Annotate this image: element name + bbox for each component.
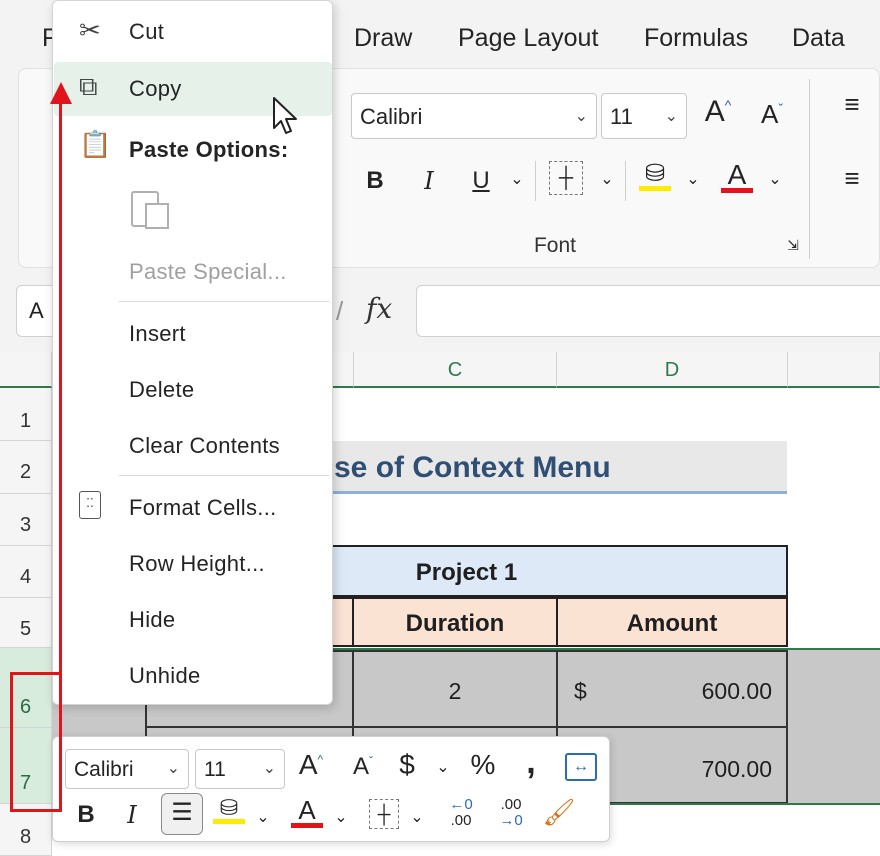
bold-button[interactable]: B xyxy=(361,167,389,195)
italic-button[interactable]: I xyxy=(415,167,443,195)
mini-shrink-font-button[interactable]: Aˇ xyxy=(347,753,379,781)
annotation-box-top xyxy=(10,672,62,675)
chevron-down-icon[interactable]: ⌄ xyxy=(407,807,427,827)
clipboard-icon: 📋 xyxy=(79,129,112,159)
tab-page-layout[interactable]: Page Layout xyxy=(458,24,598,53)
row-header-1[interactable]: 1 xyxy=(0,388,52,441)
menu-item-clear-contents[interactable]: Clear Contents xyxy=(129,433,280,459)
mini-grow-font-button[interactable]: A^ xyxy=(295,749,327,781)
font-name-combo[interactable]: Calibri ⌄ xyxy=(351,93,597,139)
annotation-box-bottom xyxy=(10,809,62,812)
format-painter-icon[interactable]: 🖌 xyxy=(541,797,577,828)
chevron-down-icon[interactable]: ⌄ xyxy=(765,169,785,189)
chevron-down-icon[interactable]: ⌄ xyxy=(683,169,703,189)
row-header-2[interactable]: 2 xyxy=(0,441,52,494)
amount-value: 600.00 xyxy=(701,678,772,704)
chevron-down-icon: ⌄ xyxy=(166,760,180,777)
currency-symbol: $ xyxy=(574,678,587,704)
mini-font-color-icon[interactable]: A xyxy=(291,795,323,828)
menu-separator xyxy=(119,301,329,302)
menu-item-paste-special: Paste Special... xyxy=(129,259,287,284)
chevron-down-icon: ⌄ xyxy=(664,108,678,125)
tab-draw[interactable]: Draw xyxy=(354,24,412,53)
format-cells-icon: ⁚⁚ xyxy=(79,491,101,519)
mini-fill-color-icon[interactable]: ⛁ xyxy=(213,795,245,824)
mini-font-name-combo[interactable]: Calibri ⌄ xyxy=(65,749,189,789)
chevron-down-icon[interactable]: ⌄ xyxy=(433,757,453,777)
select-all-corner[interactable] xyxy=(0,352,52,388)
menu-item-copy[interactable]: Copy xyxy=(129,76,182,102)
menu-item-insert[interactable]: Insert xyxy=(129,321,186,347)
menu-item-cut[interactable]: Cut xyxy=(129,19,164,45)
align-left-icon[interactable]: ≡ xyxy=(837,163,867,194)
borders-icon[interactable]: ┼ xyxy=(549,161,583,195)
font-color-icon[interactable]: A xyxy=(721,159,753,193)
merge-center-icon[interactable]: ↔ xyxy=(565,753,597,781)
mini-bold-button[interactable]: B xyxy=(73,801,99,829)
mouse-pointer-icon xyxy=(273,97,297,134)
menu-item-hide[interactable]: Hide xyxy=(129,607,175,633)
row-header-7[interactable]: 7 xyxy=(0,728,52,804)
amount-header-cell[interactable]: Amount xyxy=(556,597,788,647)
column-header-d[interactable]: D xyxy=(557,352,788,388)
paste-options-label: Paste Options: xyxy=(129,137,289,162)
cell-c6[interactable]: 2 xyxy=(352,650,558,728)
align-top-icon[interactable]: ≡ xyxy=(837,89,867,120)
font-group-label: Font xyxy=(533,234,577,257)
row-header-4[interactable]: 4 xyxy=(0,546,52,598)
annotation-arrow-head-icon xyxy=(50,82,72,104)
row-header-6[interactable]: 6 xyxy=(0,648,52,728)
chevron-down-icon[interactable]: ⌄ xyxy=(253,807,273,827)
column-header-c[interactable]: C xyxy=(354,352,557,388)
menu-item-delete[interactable]: Delete xyxy=(129,377,194,403)
mini-italic-button[interactable]: I xyxy=(119,801,145,829)
shrink-font-button[interactable]: Aˇ xyxy=(755,99,789,130)
paste-icon[interactable] xyxy=(131,187,173,231)
font-size-combo[interactable]: 11 ⌄ xyxy=(601,93,687,139)
chevron-down-icon: ⌄ xyxy=(574,108,588,125)
chevron-down-icon[interactable]: ⌄ xyxy=(597,169,617,189)
cell-d6[interactable]: $ 600.00 xyxy=(556,650,788,728)
decrease-decimal-icon[interactable]: .00 →0 xyxy=(491,797,531,829)
chevron-down-icon[interactable]: ⌄ xyxy=(507,169,527,189)
mini-toolbar: Calibri ⌄ 11 ⌄ A^ Aˇ $ ⌄ % , ↔ B I ☰ ⛁ ⌄… xyxy=(52,736,610,842)
row-header-5[interactable]: 5 xyxy=(0,598,52,648)
tab-data[interactable]: Data xyxy=(792,24,845,53)
divider-icon: / xyxy=(336,296,344,326)
underline-button[interactable]: U xyxy=(467,167,495,195)
annotation-arrow-shaft xyxy=(59,100,62,812)
insert-function-icon[interactable]: fx xyxy=(366,292,392,325)
increase-decimal-icon[interactable]: ←0 .00 xyxy=(441,797,481,829)
copy-icon: ⧉ xyxy=(79,71,98,101)
font-size-value: 11 xyxy=(610,104,633,129)
duration-header-cell[interactable]: Duration xyxy=(352,597,558,647)
column-header-e[interactable] xyxy=(788,352,880,388)
annotation-box-left xyxy=(10,672,13,812)
tab-formulas[interactable]: Formulas xyxy=(644,24,748,53)
menu-item-unhide[interactable]: Unhide xyxy=(129,663,201,689)
menu-item-format-cells[interactable]: Format Cells... xyxy=(129,495,277,521)
menu-item-row-height[interactable]: Row Height... xyxy=(129,551,265,577)
formula-input[interactable] xyxy=(416,285,880,337)
mini-borders-icon[interactable]: ┼ xyxy=(369,799,399,829)
amount-value: 700.00 xyxy=(701,756,772,782)
mini-align-center-button[interactable]: ☰ xyxy=(161,793,203,835)
chevron-down-icon[interactable]: ⌄ xyxy=(331,807,351,827)
row-header-3[interactable]: 3 xyxy=(0,494,52,546)
dialog-launcher-icon[interactable]: ⇲ xyxy=(783,237,803,254)
grow-font-button[interactable]: A^ xyxy=(701,95,735,129)
comma-style-button[interactable]: , xyxy=(521,743,541,782)
font-name-value: Calibri xyxy=(360,104,423,129)
mini-font-size-combo[interactable]: 11 ⌄ xyxy=(195,749,285,789)
percent-style-button[interactable]: % xyxy=(467,749,499,781)
fill-color-icon[interactable]: ⛁ xyxy=(639,159,671,191)
accounting-format-button[interactable]: $ xyxy=(393,749,421,781)
scissors-icon: ✂ xyxy=(79,15,101,45)
menu-separator xyxy=(119,475,329,476)
chevron-down-icon: ⌄ xyxy=(262,760,276,777)
